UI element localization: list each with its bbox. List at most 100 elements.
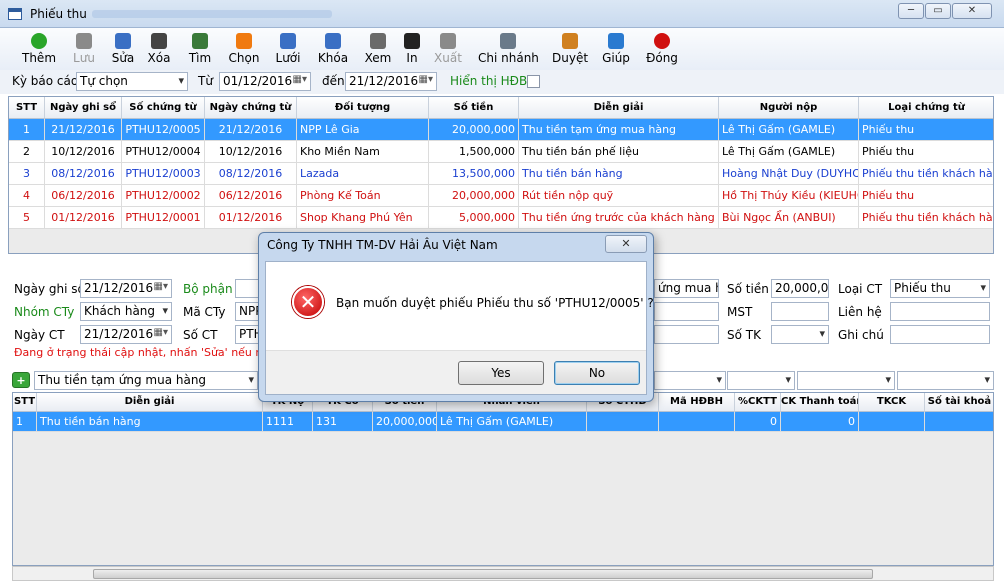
table-cell[interactable]: 21/12/2016 bbox=[45, 119, 122, 141]
table-cell[interactable]: 06/12/2016 bbox=[205, 185, 297, 207]
detail-table-cell[interactable]: 131 bbox=[313, 412, 373, 432]
table-cell[interactable]: 01/12/2016 bbox=[205, 207, 297, 229]
table-cell[interactable]: 1 bbox=[9, 119, 45, 141]
detail-column-header[interactable]: CK Thanh toán bbox=[781, 393, 859, 412]
column-header[interactable]: Số chứng từ bbox=[122, 97, 205, 119]
company-group-select[interactable]: Khách hàng bbox=[80, 302, 172, 321]
detail-table-cell[interactable]: Lê Thị Gấm (GAMLE) bbox=[437, 412, 587, 432]
maximize-button[interactable]: ▭ bbox=[925, 3, 951, 19]
table-cell[interactable]: Hồ Thị Thúy Kiều (KIEUHO) bbox=[719, 185, 859, 207]
detail-table-cell[interactable]: Thu tiền bán hàng bbox=[37, 412, 263, 432]
table-row[interactable]: 2 10/12/2016 PTHU12/0004 10/12/2016 Kho Miền… bbox=[9, 141, 993, 163]
table-cell[interactable]: 10/12/2016 bbox=[205, 141, 297, 163]
tax-id-field[interactable] bbox=[771, 302, 829, 321]
filter-combo-3[interactable] bbox=[797, 371, 895, 390]
filter-combo-4[interactable] bbox=[897, 371, 994, 390]
no-button[interactable]: No bbox=[554, 361, 640, 385]
detail-column-header[interactable]: STT bbox=[13, 393, 37, 412]
table-cell[interactable]: 08/12/2016 bbox=[205, 163, 297, 185]
detail-table-cell[interactable] bbox=[587, 412, 659, 432]
note-field[interactable] bbox=[890, 325, 990, 344]
show-invoice-checkbox[interactable] bbox=[527, 75, 540, 88]
detail-table-cell[interactable] bbox=[859, 412, 925, 432]
toolbar-button-find[interactable]: Tìm bbox=[186, 30, 214, 68]
column-header[interactable]: Loại chứng từ bbox=[859, 97, 993, 119]
toolbar-button-gear[interactable]: Chọn bbox=[228, 30, 260, 68]
amount-field[interactable]: 20,000,000 bbox=[771, 279, 829, 298]
table-cell[interactable]: 21/12/2016 bbox=[205, 119, 297, 141]
table-cell[interactable]: Rút tiền nộp quỹ bbox=[519, 185, 719, 207]
table-cell[interactable]: 1,500,000 bbox=[429, 141, 519, 163]
table-cell[interactable]: 5,000,000 bbox=[429, 207, 519, 229]
table-row[interactable]: 3 08/12/2016 PTHU12/0003 08/12/2016 Lazada 13… bbox=[9, 163, 993, 185]
close-window-button[interactable]: ✕ bbox=[952, 3, 992, 19]
table-cell[interactable]: Phiếu thu tiền khách hàng bbox=[859, 207, 993, 229]
table-row[interactable]: 4 06/12/2016 PTHU12/0002 06/12/2016 Phòng Kế… bbox=[9, 185, 993, 207]
period-select[interactable]: Tự chọn bbox=[76, 72, 188, 91]
toolbar-button-help[interactable]: Giúp bbox=[601, 30, 631, 68]
table-cell[interactable]: Lazada bbox=[297, 163, 429, 185]
detail-table-cell[interactable]: 1111 bbox=[263, 412, 313, 432]
table-row[interactable]: 1 21/12/2016 PTHU12/0005 21/12/2016 NPP Lê G… bbox=[9, 119, 993, 141]
table-cell[interactable]: PTHU12/0001 bbox=[122, 207, 205, 229]
table-cell[interactable]: Kho Miền Nam bbox=[297, 141, 429, 163]
bank-extra-field[interactable] bbox=[654, 325, 719, 344]
table-cell[interactable]: PTHU12/0003 bbox=[122, 163, 205, 185]
minimize-button[interactable]: ─ bbox=[898, 3, 924, 19]
toolbar-button-delete[interactable]: Xóa bbox=[145, 30, 173, 68]
table-cell[interactable]: 10/12/2016 bbox=[45, 141, 122, 163]
column-header[interactable]: Số tiền bbox=[429, 97, 519, 119]
table-cell[interactable]: 06/12/2016 bbox=[45, 185, 122, 207]
table-cell[interactable]: PTHU12/0004 bbox=[122, 141, 205, 163]
column-header[interactable]: STT bbox=[9, 97, 45, 119]
table-cell[interactable]: 13,500,000 bbox=[429, 163, 519, 185]
yes-button[interactable]: Yes bbox=[458, 361, 544, 385]
detail-table-cell[interactable] bbox=[925, 412, 993, 432]
detail-table-cell[interactable]: 1 bbox=[13, 412, 37, 432]
detail-column-header[interactable]: TKCK bbox=[859, 393, 925, 412]
account-number-select[interactable] bbox=[771, 325, 829, 344]
table-cell[interactable]: Phiếu thu bbox=[859, 141, 993, 163]
toolbar-button-power[interactable]: Đóng bbox=[645, 30, 679, 68]
filter-combo-1[interactable] bbox=[654, 371, 726, 390]
table-cell[interactable]: Phiếu thu bbox=[859, 119, 993, 141]
to-date-picker[interactable]: 21/12/2016 bbox=[345, 72, 437, 91]
voucher-date-picker[interactable]: 21/12/2016 bbox=[80, 325, 172, 344]
table-cell[interactable]: NPP Lê Gia bbox=[297, 119, 429, 141]
detail-table-cell[interactable]: 0 bbox=[735, 412, 781, 432]
detail-column-header[interactable]: %CKTT bbox=[735, 393, 781, 412]
table-cell[interactable]: 20,000,000 bbox=[429, 119, 519, 141]
column-header[interactable]: Ngày ghi sổ bbox=[45, 97, 122, 119]
voucher-type-select[interactable]: Phiếu thu bbox=[890, 279, 990, 298]
description-combo[interactable]: Thu tiền tạm ứng mua hàng bbox=[34, 371, 258, 390]
detail-column-header[interactable]: Mã HĐBH bbox=[659, 393, 735, 412]
detail-table-cell[interactable]: 20,000,000 bbox=[373, 412, 437, 432]
toolbar-button-building[interactable]: Chi nhánh bbox=[478, 30, 539, 68]
table-cell[interactable]: 01/12/2016 bbox=[45, 207, 122, 229]
detail-table-cell[interactable]: 0 bbox=[781, 412, 859, 432]
toolbar-button-lock[interactable]: Khóa bbox=[316, 30, 350, 68]
table-row[interactable]: 5 01/12/2016 PTHU12/0001 01/12/2016 Shop Kha… bbox=[9, 207, 993, 229]
table-cell[interactable]: Bùi Ngọc Ẩn (ANBUI) bbox=[719, 207, 859, 229]
table-cell[interactable]: PTHU12/0005 bbox=[122, 119, 205, 141]
voucher-grid[interactable]: STT Ngày ghi sổ Số chứng từ Ngày chứng từ Đố… bbox=[8, 96, 994, 254]
toolbar-button-preview[interactable]: Xem bbox=[362, 30, 394, 68]
toolbar-button-plus[interactable]: Thêm bbox=[22, 30, 56, 68]
table-cell[interactable]: Lê Thị Gấm (GAMLE) bbox=[719, 141, 859, 163]
table-cell[interactable]: 3 bbox=[9, 163, 45, 185]
toolbar-button-export[interactable]: Xuất bbox=[433, 30, 463, 68]
table-cell[interactable]: Lê Thị Gấm (GAMLE) bbox=[719, 119, 859, 141]
column-header[interactable]: Người nộp bbox=[719, 97, 859, 119]
table-cell[interactable]: 20,000,000 bbox=[429, 185, 519, 207]
horizontal-scrollbar[interactable] bbox=[12, 566, 994, 581]
toolbar-button-grid[interactable]: Lưới bbox=[273, 30, 303, 68]
table-cell[interactable]: 4 bbox=[9, 185, 45, 207]
detail-column-header[interactable]: Số tài khoả bbox=[925, 393, 993, 412]
detail-table-row[interactable]: 1 Thu tiền bán hàng 1111 131 20,000,000 Lê Th… bbox=[13, 412, 993, 432]
toolbar-button-approve[interactable]: Duyệt bbox=[552, 30, 588, 68]
toolbar-button-save[interactable]: Lưu bbox=[70, 30, 98, 68]
filter-combo-2[interactable] bbox=[727, 371, 795, 390]
table-cell[interactable]: Phiếu thu tiền khách hàng bbox=[859, 163, 993, 185]
table-cell[interactable]: Thu tiền ứng trước của khách hàng bbox=[519, 207, 719, 229]
scrollbar-thumb[interactable] bbox=[93, 569, 873, 579]
